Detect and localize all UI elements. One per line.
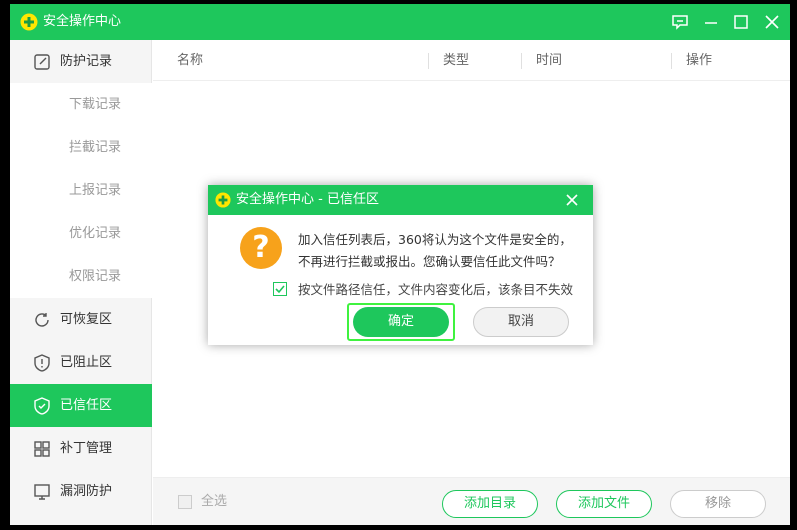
- sidebar-item-trusted-zone[interactable]: 已信任区: [10, 384, 152, 427]
- remove-button[interactable]: 移除: [670, 490, 766, 518]
- sidebar-item-label: 防护记录: [60, 54, 113, 69]
- minimize-icon: [705, 22, 717, 24]
- column-header-type: 类型: [443, 53, 470, 68]
- select-all-checkbox[interactable]: [178, 495, 192, 509]
- maximize-button[interactable]: [728, 10, 754, 34]
- add-directory-button[interactable]: 添加目录: [442, 490, 538, 518]
- block-icon: [43, 139, 61, 157]
- sidebar-item-download-log[interactable]: 下载记录: [10, 83, 152, 126]
- sidebar-item-label: 下载记录: [69, 97, 122, 112]
- dialog-close-icon[interactable]: [564, 192, 580, 208]
- question-mark-icon: ?: [240, 227, 282, 269]
- dialog-message: 加入信任列表后，360将认为这个文件是安全的，不再进行拦截或报出。您确认要信任此…: [298, 232, 572, 269]
- add-file-button[interactable]: 添加文件: [556, 490, 652, 518]
- column-header-name: 名称: [177, 53, 204, 68]
- sidebar-item-label: 优化记录: [69, 226, 122, 241]
- column-divider: [428, 53, 429, 69]
- close-icon: [765, 15, 779, 29]
- download-icon: [43, 96, 61, 114]
- sidebar-item-label: 上报记录: [69, 183, 122, 198]
- sidebar-item-intercept-log[interactable]: 拦截记录: [10, 126, 152, 169]
- confirm-button[interactable]: 确定: [353, 307, 449, 337]
- bottom-toolbar: 全选 添加目录 添加文件 移除: [153, 477, 790, 525]
- minimize-button[interactable]: [698, 10, 724, 34]
- feedback-icon: [672, 15, 688, 30]
- trust-by-path-checkbox[interactable]: [273, 282, 287, 296]
- check-icon: [275, 285, 285, 294]
- close-button[interactable]: [759, 10, 785, 34]
- select-all-label: 全选: [201, 494, 228, 509]
- sidebar-item-label: 拦截记录: [69, 140, 122, 155]
- title-bar: 安全操作中心: [10, 4, 790, 40]
- dialog-title: 安全操作中心 - 已信任区: [236, 192, 379, 207]
- sidebar-item-label: 已阻止区: [60, 355, 113, 370]
- trust-by-path-label: 按文件路径信任，文件内容变化后，该条目不失效: [298, 282, 574, 297]
- list-icon: [43, 225, 61, 243]
- sidebar-item-vuln-protection[interactable]: 漏洞防护: [10, 470, 152, 513]
- sidebar-item-optimize-log[interactable]: 优化记录: [10, 212, 152, 255]
- upload-icon: [43, 182, 61, 200]
- shield-alert-icon: [34, 354, 50, 372]
- sidebar-item-label: 漏洞防护: [60, 484, 113, 499]
- edit-icon: [34, 54, 50, 70]
- sidebar: 防护记录 下载记录 拦截记录 上报记录 优化记录 权限记录 可恢复区 已阻止区 …: [10, 40, 152, 525]
- app-logo-icon: [215, 192, 231, 208]
- sidebar-item-restore-zone[interactable]: 可恢复区: [10, 298, 152, 341]
- column-divider: [671, 53, 672, 69]
- sidebar-item-protection-log[interactable]: 防护记录: [10, 40, 152, 83]
- monitor-icon: [34, 484, 50, 500]
- sidebar-item-label: 可恢复区: [60, 312, 113, 327]
- table-header: 名称 类型 时间 操作: [153, 40, 790, 81]
- sidebar-item-blocked-zone[interactable]: 已阻止区: [10, 341, 152, 384]
- sidebar-item-permission-log[interactable]: 权限记录: [10, 255, 152, 298]
- sidebar-item-label: 补丁管理: [60, 441, 113, 456]
- shield-check-icon: [34, 397, 50, 415]
- column-header-time: 时间: [536, 53, 563, 68]
- grid-icon: [34, 441, 50, 457]
- sidebar-item-label: 权限记录: [69, 269, 122, 284]
- app-logo-icon: [20, 13, 38, 31]
- sidebar-subgroup: 下载记录 拦截记录 上报记录 优化记录 权限记录: [10, 83, 152, 298]
- sidebar-item-report-log[interactable]: 上报记录: [10, 169, 152, 212]
- maximize-icon: [734, 15, 748, 29]
- confirm-dialog: 安全操作中心 - 已信任区 ? 加入信任列表后，360将认为这个文件是安全的，不…: [208, 185, 593, 345]
- dialog-title-bar: 安全操作中心 - 已信任区: [208, 185, 593, 215]
- column-header-action: 操作: [686, 53, 713, 68]
- sliders-icon: [47, 271, 57, 283]
- column-divider: [521, 53, 522, 69]
- restore-icon: [35, 313, 49, 327]
- window-title: 安全操作中心: [43, 14, 122, 29]
- feedback-button[interactable]: [667, 10, 693, 34]
- sidebar-item-label: 已信任区: [60, 398, 113, 413]
- cancel-button[interactable]: 取消: [473, 307, 569, 337]
- sidebar-item-patch-management[interactable]: 补丁管理: [10, 427, 152, 470]
